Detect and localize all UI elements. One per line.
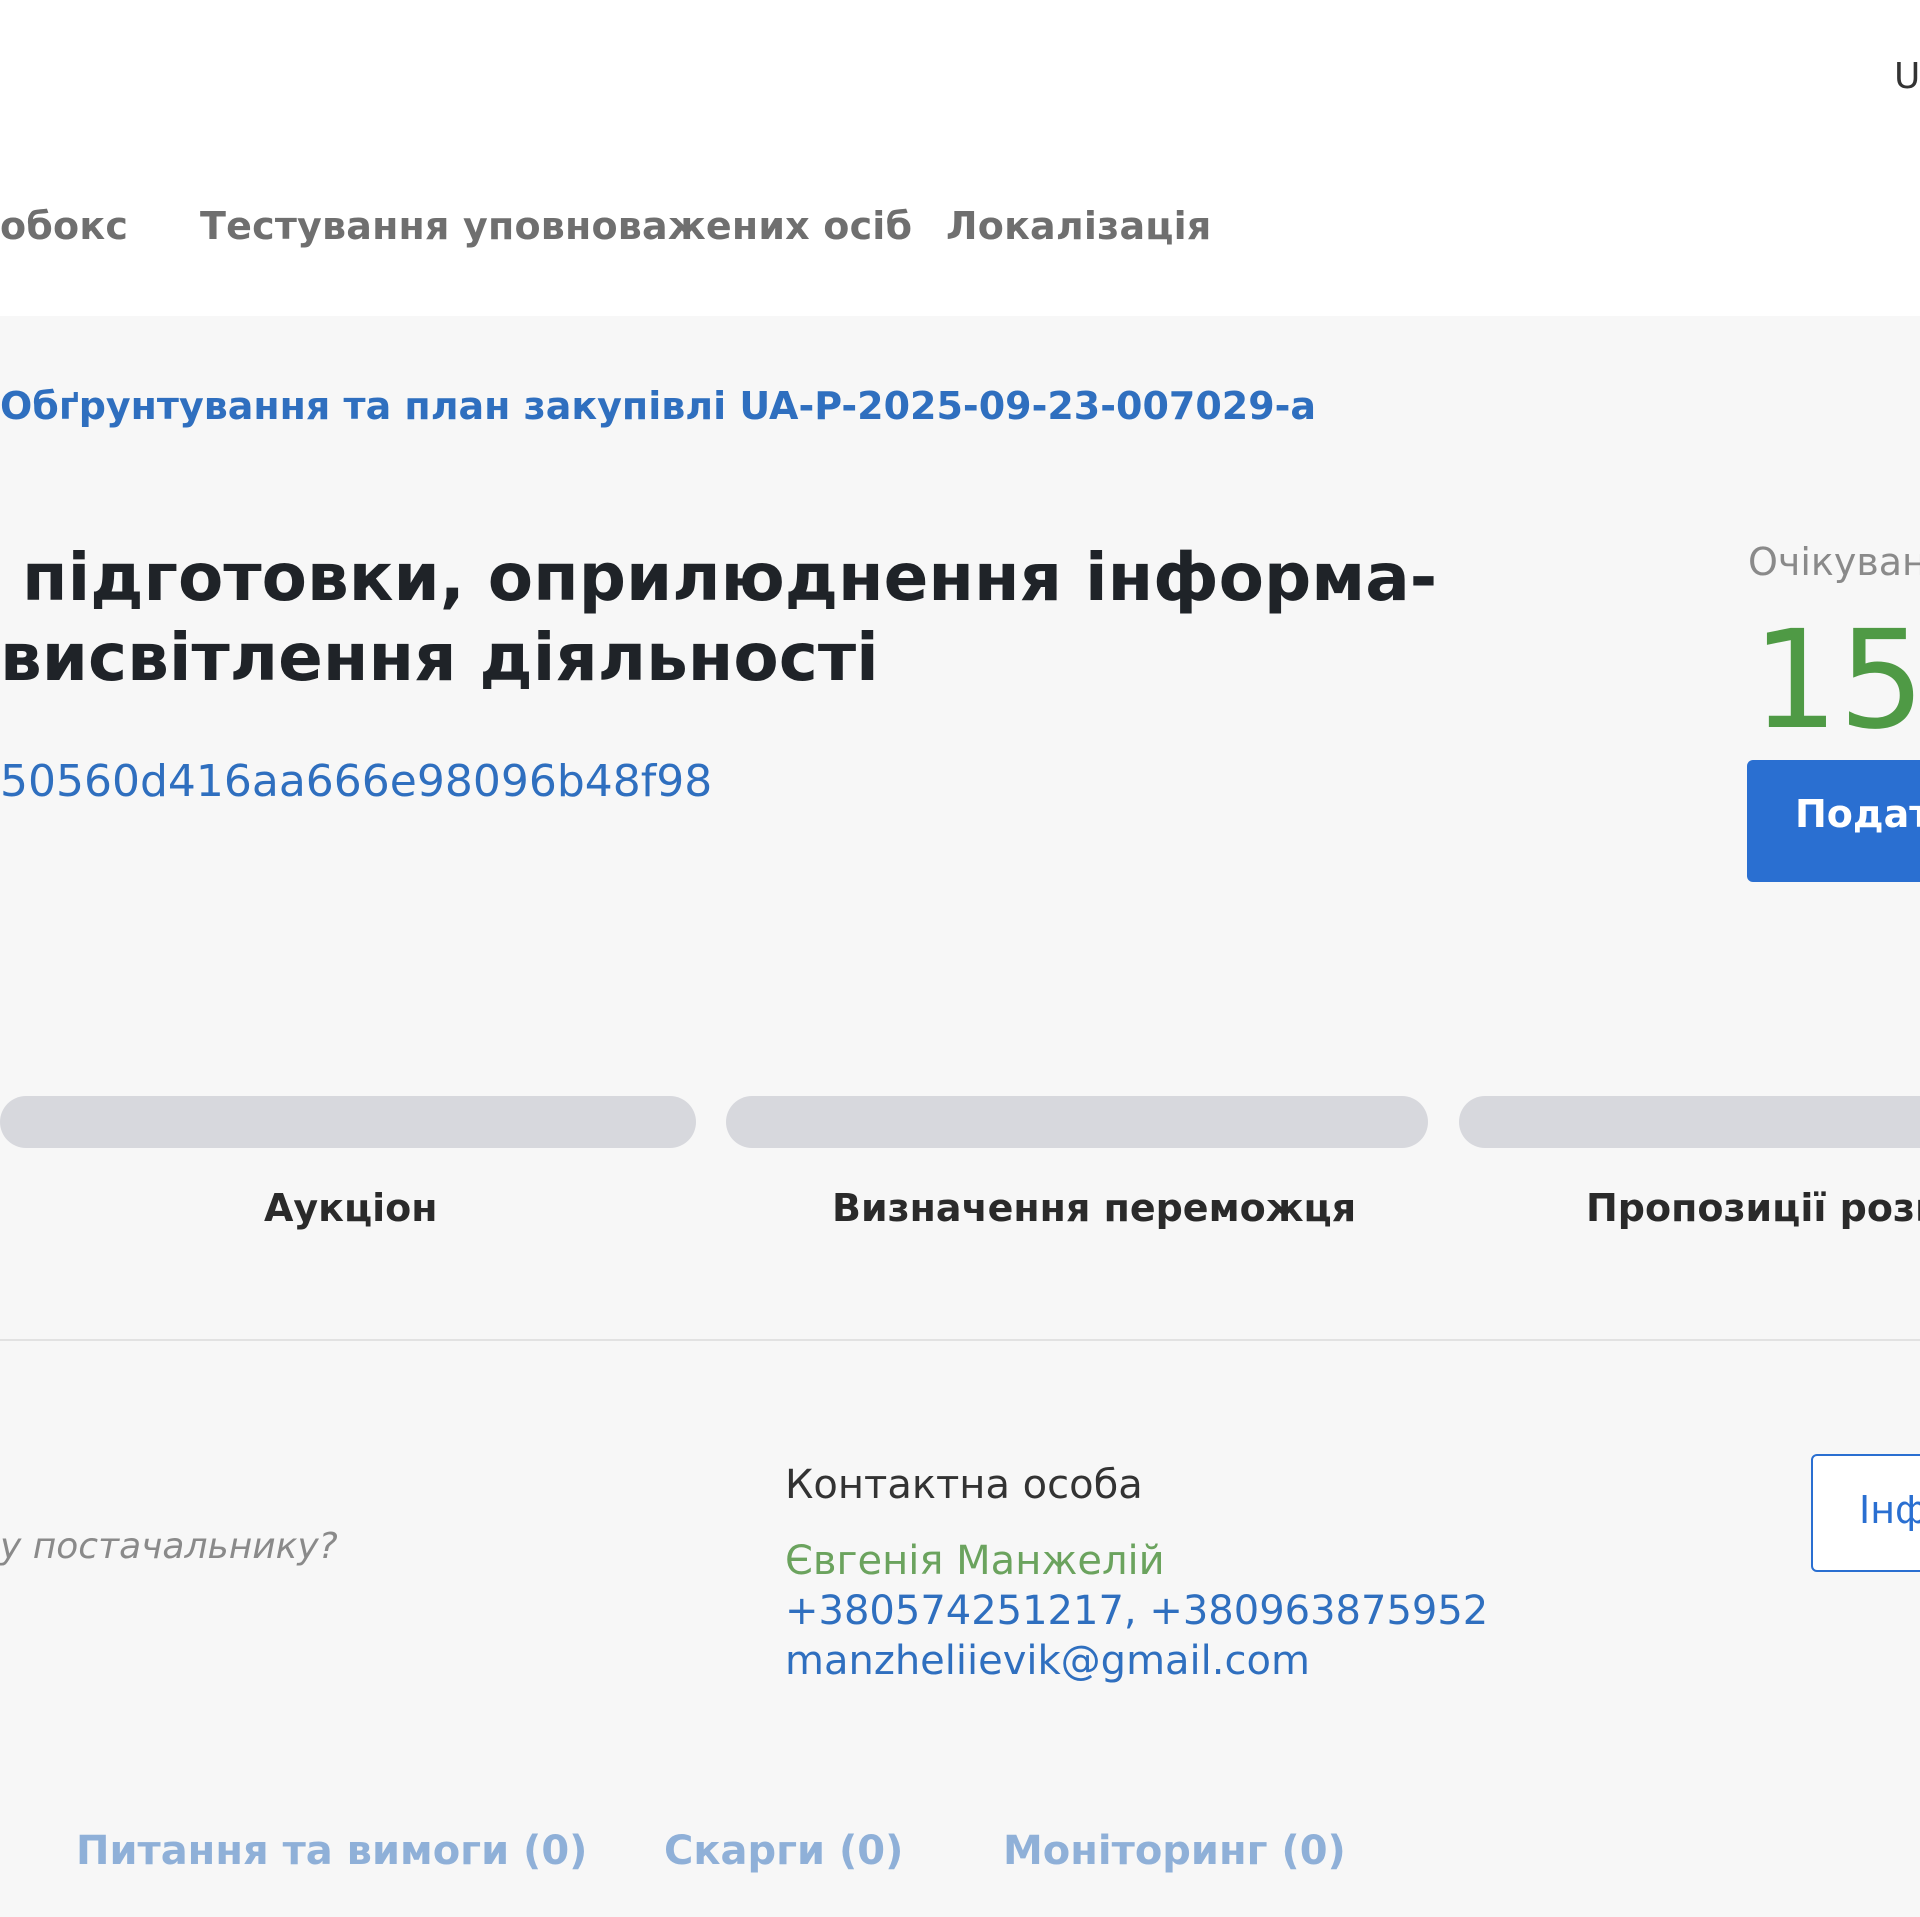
tab-questions[interactable]: Питання та вимоги (0) — [76, 1828, 587, 1874]
nav-item-localization[interactable]: Локалізація — [946, 204, 1211, 248]
contact-phone[interactable]: +380574251217, +380963875952 — [785, 1588, 1488, 1634]
nav-item-testing[interactable]: Тестування уповноважених осіб — [200, 204, 912, 248]
tender-title-line-1: підготовки, оприлюднення інформа- — [22, 539, 1438, 616]
section-divider — [0, 1339, 1920, 1341]
language-switcher[interactable]: U — [1894, 56, 1920, 97]
info-button[interactable]: Інф — [1811, 1454, 1920, 1572]
tab-monitoring[interactable]: Моніторинг (0) — [1003, 1828, 1346, 1874]
top-bar: U обокс Тестування уповноважених осіб Ло… — [0, 0, 1920, 316]
page: U обокс Тестування уповноважених осіб Ло… — [0, 0, 1920, 1917]
tender-title: підготовки, оприлюднення інформа- висвіт… — [0, 538, 1437, 698]
contact-person-name: Євгенія Манжелій — [785, 1538, 1165, 1584]
expected-value-label: Очікуван — [1748, 540, 1920, 584]
contact-person-heading: Контактна особа — [785, 1462, 1143, 1508]
tender-id-link[interactable]: 50560d416aa666e98096b48f98 — [0, 756, 712, 807]
tender-title-line-2: висвітлення діяльності — [0, 619, 879, 696]
supplier-question-note: у постачальнику? — [0, 1526, 338, 1567]
tab-complaints[interactable]: Скарги (0) — [664, 1828, 903, 1874]
nav-item-sandbox[interactable]: обокс — [0, 204, 128, 248]
tender-main: Обґрунтування та план закупівлі UA-P-202… — [0, 316, 1920, 1917]
stage-progress-proposals — [1459, 1096, 1920, 1148]
stage-progress-auction — [0, 1096, 696, 1148]
plan-link[interactable]: Обґрунтування та план закупівлі UA-P-202… — [0, 384, 1316, 428]
stage-label-proposals: Пропозиції розгл — [1586, 1186, 1920, 1230]
contact-email[interactable]: manzheliievik@gmail.com — [785, 1638, 1310, 1684]
stage-label-auction: Аукціон — [264, 1186, 438, 1230]
stage-progress-winner — [726, 1096, 1428, 1148]
submit-bid-button[interactable]: Подати — [1747, 760, 1920, 882]
stage-label-winner: Визначення переможця — [832, 1186, 1357, 1230]
expected-value-amount: 157 — [1752, 602, 1920, 760]
